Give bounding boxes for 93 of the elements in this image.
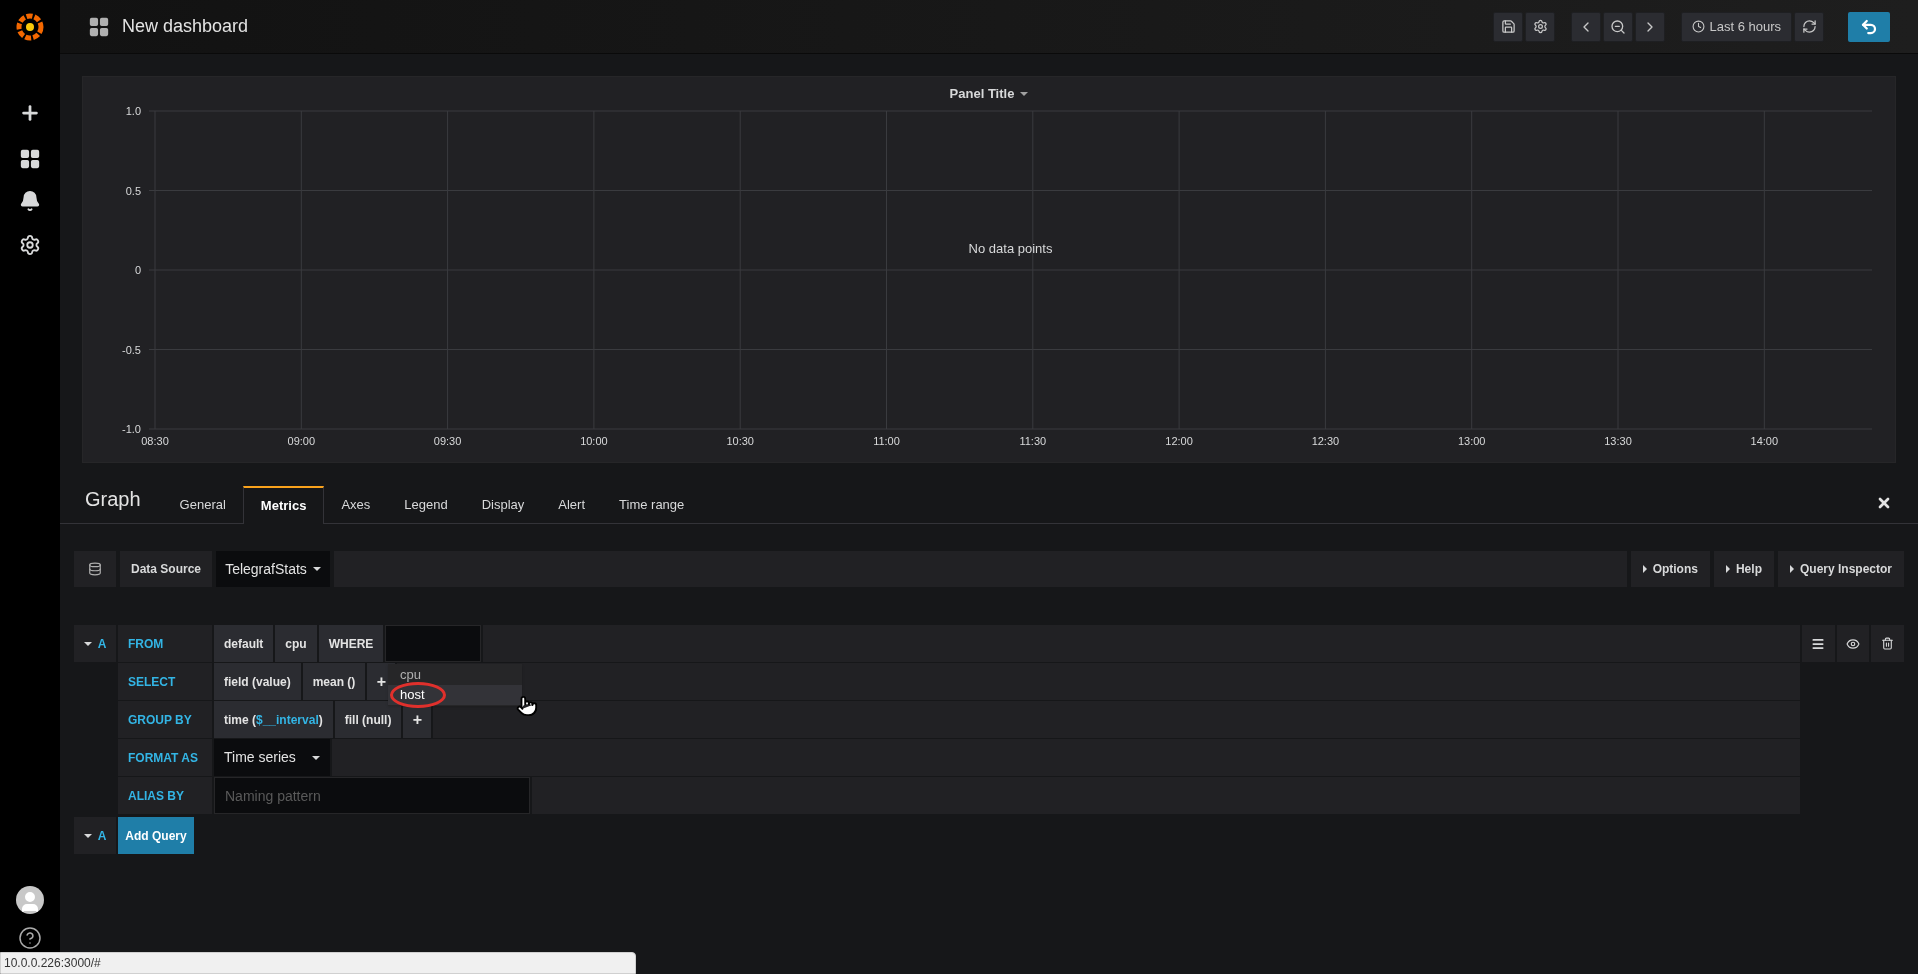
y-tick-label: 1.0 <box>125 105 141 117</box>
x-tick-label: 14:00 <box>1750 435 1779 447</box>
refresh-button[interactable] <box>1794 11 1824 42</box>
eye-button[interactable] <box>1836 625 1870 662</box>
y-tick-label: 0 <box>134 264 141 276</box>
x-tick-label: 08:30 <box>141 435 169 447</box>
toggle-button[interactable]: Help <box>1713 551 1774 587</box>
where-input[interactable] <box>385 625 482 662</box>
delete-button[interactable] <box>1871 625 1904 662</box>
save-icon <box>1500 19 1516 34</box>
editor-tab[interactable]: Metrics <box>242 486 325 524</box>
x-tick-label: 12:30 <box>1311 435 1340 447</box>
x-tick-label: 11:00 <box>873 435 900 447</box>
row-label: ALIAS BY <box>118 777 212 814</box>
refresh-icon <box>1801 19 1817 34</box>
caret-icon <box>83 833 92 838</box>
eye-icon <box>1846 636 1860 651</box>
query-segment[interactable]: mean () <box>302 663 366 700</box>
no-data-message: No data points <box>968 241 1053 256</box>
panel-title[interactable]: Panel Title <box>949 81 1029 107</box>
hand-cursor-icon <box>516 695 538 717</box>
editor-tab[interactable]: Alert <box>541 486 603 524</box>
caret-icon <box>83 641 92 646</box>
caret-icon <box>312 567 321 571</box>
return-button[interactable] <box>1848 11 1890 42</box>
data-source-label: Data Source <box>120 551 212 587</box>
settings-icon <box>1532 19 1548 34</box>
x-tick-label: 13:00 <box>1457 435 1486 447</box>
row-label: FORMAT AS <box>118 739 212 776</box>
query-segment[interactable]: field (value) <box>214 663 301 700</box>
query-toggle[interactable]: A <box>74 817 116 854</box>
dashboard-title[interactable]: New dashboard <box>122 13 249 40</box>
y-tick-label: -0.5 <box>122 343 141 356</box>
query-segment[interactable]: time ($__interval) <box>214 701 333 738</box>
query-segment[interactable]: cpu <box>275 625 317 662</box>
x-tick-label: 13:30 <box>1604 435 1632 447</box>
help-icon[interactable] <box>18 926 42 950</box>
query-segment[interactable]: fill (null) <box>334 701 402 738</box>
logo-icon[interactable] <box>15 12 45 42</box>
return-arrow-icon <box>1860 17 1878 36</box>
avatar[interactable] <box>16 886 44 914</box>
data-source-select[interactable]: TelegrafStats <box>216 551 330 587</box>
x-tick-label: 10:00 <box>580 435 608 447</box>
editor-tab[interactable]: General <box>162 486 243 524</box>
caret-icon <box>312 755 320 760</box>
y-tick-label: -1.0 <box>122 423 141 435</box>
query-segment[interactable]: default <box>214 625 274 662</box>
caret-icon <box>1020 91 1029 96</box>
time-range-button[interactable]: Last 6 hours <box>1681 11 1792 42</box>
save-button[interactable] <box>1493 11 1524 42</box>
format-select[interactable]: Time series <box>214 739 330 776</box>
add-icon[interactable] <box>19 102 41 124</box>
triangle-icon <box>1725 565 1730 573</box>
close-icon[interactable] <box>1876 495 1892 511</box>
status-url: 10.0.0.226:3000/# <box>4 955 101 972</box>
editor-tab[interactable]: Legend <box>387 486 465 524</box>
x-tick-label: 09:00 <box>287 435 316 447</box>
x-tick-label: 11:30 <box>1019 435 1047 447</box>
menu-icon <box>1811 636 1826 651</box>
query-toggle[interactable]: A <box>74 625 116 662</box>
editor-tab[interactable]: Axes <box>324 486 388 524</box>
toggle-button[interactable]: Query Inspector <box>1777 551 1904 587</box>
settings-button[interactable] <box>1525 11 1556 42</box>
database-icon <box>88 562 102 576</box>
back-button[interactable] <box>1571 11 1602 42</box>
zoom-out-button[interactable] <box>1603 11 1634 42</box>
highlight-circle <box>390 682 446 708</box>
add-query-button[interactable]: Add Query <box>118 817 194 854</box>
menu-button[interactable] <box>1802 625 1835 662</box>
toggle-button[interactable]: Options <box>1630 551 1710 587</box>
bell-icon[interactable] <box>19 190 41 212</box>
clock-icon <box>1692 20 1706 33</box>
triangle-icon <box>1789 565 1794 573</box>
alias-input[interactable]: Naming pattern <box>214 777 530 814</box>
editor-title: Graph <box>85 487 141 512</box>
forward-button[interactable] <box>1635 11 1666 42</box>
triangle-icon <box>1642 565 1647 573</box>
dashboards-icon[interactable] <box>19 148 41 170</box>
editor-tab[interactable]: Display <box>464 486 542 524</box>
x-tick-label: 12:00 <box>1165 435 1193 447</box>
row-label: FROM <box>118 625 212 662</box>
x-tick-label: 10:30 <box>726 435 754 447</box>
y-tick-label: 0.5 <box>125 184 141 197</box>
editor-tab[interactable]: Time range <box>602 486 702 524</box>
row-label: SELECT <box>118 663 212 700</box>
trash-icon <box>1881 637 1895 650</box>
where-keyword: WHERE <box>318 625 384 662</box>
dropdown-option[interactable]: host <box>388 685 522 705</box>
row-label: GROUP BY <box>118 701 212 738</box>
settings-icon[interactable] <box>19 234 41 256</box>
dashboard-icon <box>88 15 110 38</box>
x-tick-label: 09:30 <box>433 435 462 447</box>
zoom-out-icon <box>1610 18 1627 35</box>
